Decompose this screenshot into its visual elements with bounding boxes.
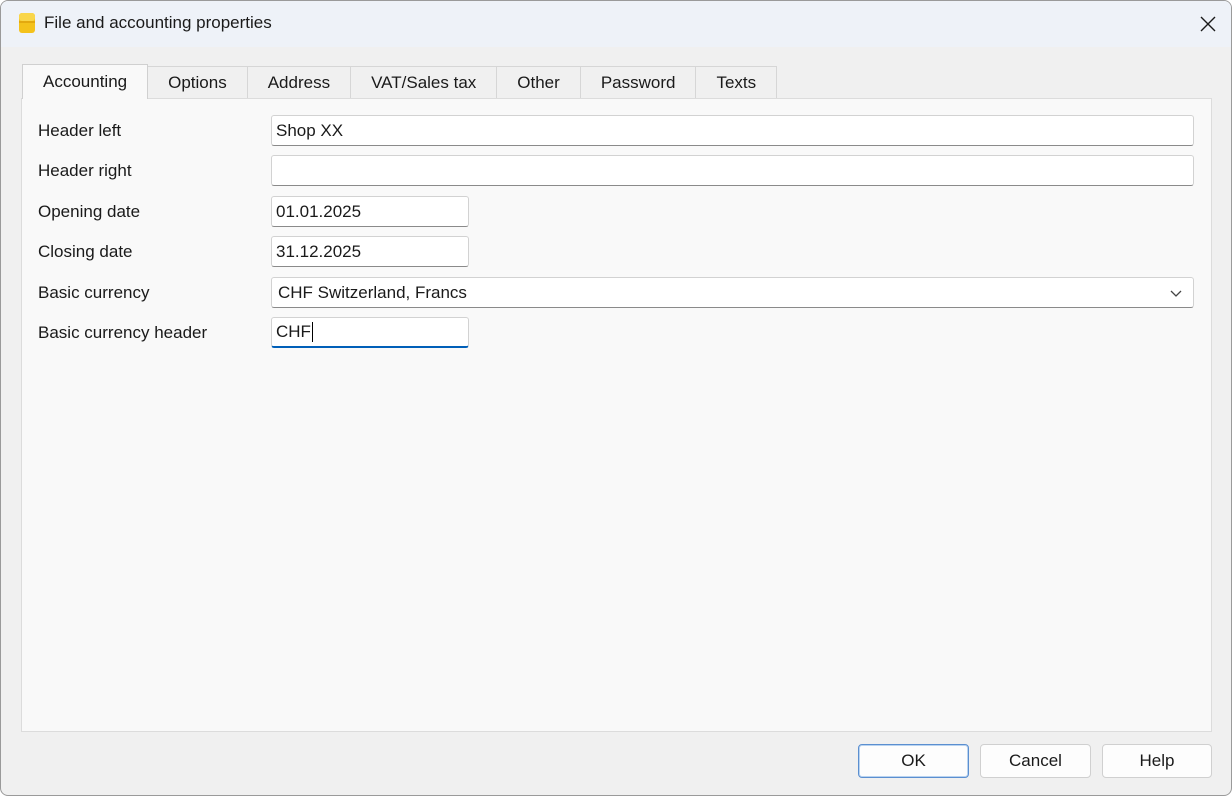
close-button[interactable] (1185, 1, 1231, 47)
accounting-panel: Header left Shop XX Header right Opening… (21, 98, 1212, 732)
opening-date-value: 01.01.2025 (276, 201, 362, 221)
title-bar: File and accounting properties (1, 1, 1231, 47)
banana-app-icon (17, 12, 37, 34)
basic-currency-header-input[interactable]: CHF (271, 317, 469, 348)
cancel-button[interactable]: Cancel (980, 744, 1091, 778)
chevron-down-icon (1170, 290, 1182, 297)
basic-currency-select[interactable]: CHF Switzerland, Francs (271, 277, 1194, 308)
closing-date-value: 31.12.2025 (276, 241, 362, 261)
tab-texts[interactable]: Texts (695, 66, 778, 99)
header-left-input[interactable]: Shop XX (271, 115, 1194, 146)
text-caret (311, 322, 313, 342)
opening-date-label: Opening date (38, 202, 141, 221)
header-right-label: Header right (38, 161, 132, 180)
closing-date-label: Closing date (38, 242, 133, 261)
tab-address[interactable]: Address (246, 66, 352, 99)
help-button[interactable]: Help (1102, 744, 1212, 778)
tab-accounting[interactable]: Accounting (22, 64, 149, 99)
ok-button[interactable]: OK (858, 744, 969, 778)
header-right-input[interactable] (271, 155, 1194, 186)
tab-options[interactable]: Options (147, 66, 248, 99)
header-left-label: Header left (38, 121, 122, 140)
basic-currency-header-value: CHF (276, 322, 311, 341)
tab-bar: Accounting Options Address VAT/Sales tax… (22, 64, 778, 99)
closing-date-input[interactable]: 31.12.2025 (271, 236, 469, 267)
properties-dialog: File and accounting properties Accountin… (0, 0, 1232, 796)
window-title: File and accounting properties (44, 13, 272, 32)
tab-other[interactable]: Other (496, 66, 581, 99)
basic-currency-value: CHF Switzerland, Francs (278, 282, 467, 302)
opening-date-input[interactable]: 01.01.2025 (271, 196, 469, 227)
tab-vat-sales-tax[interactable]: VAT/Sales tax (350, 66, 498, 99)
basic-currency-header-label: Basic currency header (38, 323, 208, 342)
header-left-value: Shop XX (276, 120, 344, 140)
close-icon (1200, 16, 1216, 32)
tab-password[interactable]: Password (579, 66, 697, 99)
basic-currency-label: Basic currency (38, 283, 150, 302)
